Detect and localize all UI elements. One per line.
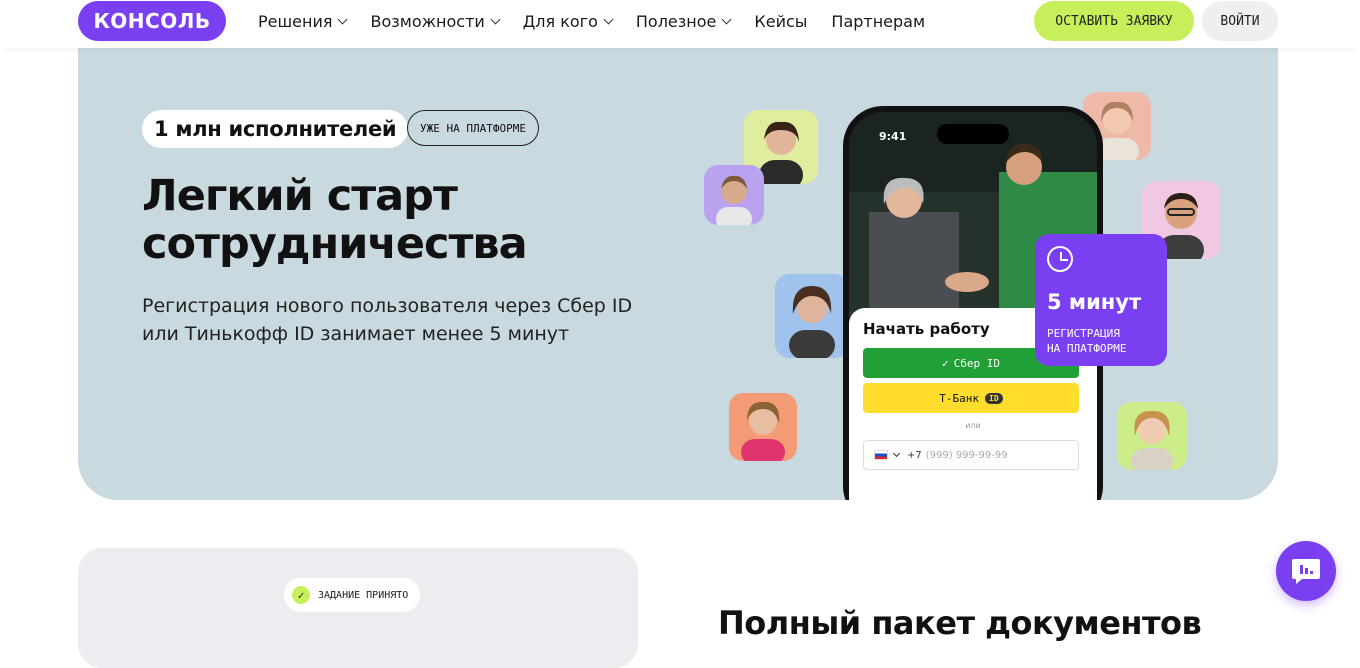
- site-header: КОНСОЛЬ Решения Возможности Для кого Пол…: [0, 0, 1360, 48]
- five-minutes-card: 5 минут РЕГИСТРАЦИЯ НА ПЛАТФОРМЕ: [1035, 234, 1167, 366]
- avatar: [729, 393, 797, 461]
- chevron-down-icon: [603, 14, 614, 25]
- nav-item-cases[interactable]: Кейсы: [754, 12, 807, 31]
- nav-item-label: Для кого: [522, 12, 598, 31]
- check-icon: ✓: [292, 586, 310, 604]
- logo[interactable]: КОНСОЛЬ: [78, 1, 226, 41]
- nav-item-solutions[interactable]: Решения: [258, 12, 348, 31]
- chevron-down-icon: [721, 14, 732, 25]
- hero-section: 1 млн исполнителей УЖЕ НА ПЛАТФОРМЕ Легк…: [78, 46, 1278, 500]
- phone-placeholder: (999) 999-99-99: [925, 449, 1008, 461]
- task-accepted-label: ЗАДАНИЕ ПРИНЯТО: [318, 589, 409, 601]
- subtitle-line: РЕГИСТРАЦИЯ: [1047, 327, 1120, 340]
- nav-item-label: Партнерам: [831, 12, 926, 31]
- avatar: [704, 165, 764, 225]
- clock-icon: [1047, 246, 1073, 272]
- avatar: [775, 274, 849, 358]
- phone-time: 9:41: [879, 130, 907, 143]
- chat-button[interactable]: [1276, 541, 1336, 601]
- nav-item-label: Решения: [258, 12, 333, 31]
- hero-title-line: Легкий старт: [142, 171, 458, 221]
- login-button[interactable]: ВОЙТИ: [1202, 1, 1278, 41]
- documents-heading: Полный пакет документов: [718, 604, 1202, 642]
- chevron-down-icon: [490, 14, 501, 25]
- sheet-title: Начать работу: [863, 320, 990, 338]
- main-nav: Решения Возможности Для кого Полезное Ке…: [258, 12, 949, 31]
- chevron-down-icon: [892, 449, 901, 457]
- nav-item-useful[interactable]: Полезное: [635, 12, 732, 31]
- task-card: ✓ ЗАДАНИЕ ПРИНЯТО: [78, 548, 638, 668]
- nav-item-label: Возможности: [370, 12, 485, 31]
- phone-notch: [937, 124, 1009, 144]
- sber-id-label: Сбер ID: [953, 356, 1000, 370]
- nav-item-features[interactable]: Возможности: [370, 12, 501, 31]
- chat-icon: [1292, 559, 1320, 584]
- tbank-label: Т-Банк: [939, 391, 980, 405]
- task-accepted-badge: ✓ ЗАДАНИЕ ПРИНЯТО: [284, 578, 421, 612]
- check-icon: ✓: [942, 356, 949, 370]
- hero-description: Регистрация нового пользователя через Сб…: [142, 295, 633, 345]
- russia-flag-icon: [874, 450, 888, 460]
- five-minutes-subtitle: РЕГИСТРАЦИЯ НА ПЛАТФОРМЕ: [1047, 326, 1126, 356]
- chevron-down-icon: [338, 14, 348, 25]
- executors-badge: 1 млн исполнителей: [142, 110, 409, 148]
- hero-title: Легкий старт сотрудничества: [142, 172, 662, 268]
- subtitle-line: НА ПЛАТФОРМЕ: [1047, 342, 1127, 355]
- avatar: [1117, 402, 1187, 470]
- five-minutes-title: 5 минут: [1047, 290, 1142, 314]
- phone-number-field[interactable]: +7 (999) 999-99-99: [863, 440, 1079, 470]
- nav-item-label: Полезное: [635, 12, 717, 31]
- platform-badge: УЖЕ НА ПЛАТФОРМЕ: [407, 110, 539, 146]
- tbank-id-button[interactable]: Т-Банк ID: [863, 383, 1079, 413]
- nav-item-label: Кейсы: [754, 12, 808, 31]
- tbank-id-chip: ID: [985, 392, 1003, 404]
- nav-item-partners[interactable]: Партнерам: [831, 12, 925, 31]
- hero-title-line: сотрудничества: [142, 219, 528, 269]
- or-divider: или: [965, 421, 981, 430]
- submit-request-button[interactable]: ОСТАВИТЬ ЗАЯВКУ: [1034, 1, 1194, 41]
- nav-item-audience[interactable]: Для кого: [522, 12, 614, 31]
- phone-prefix: +7: [907, 449, 922, 461]
